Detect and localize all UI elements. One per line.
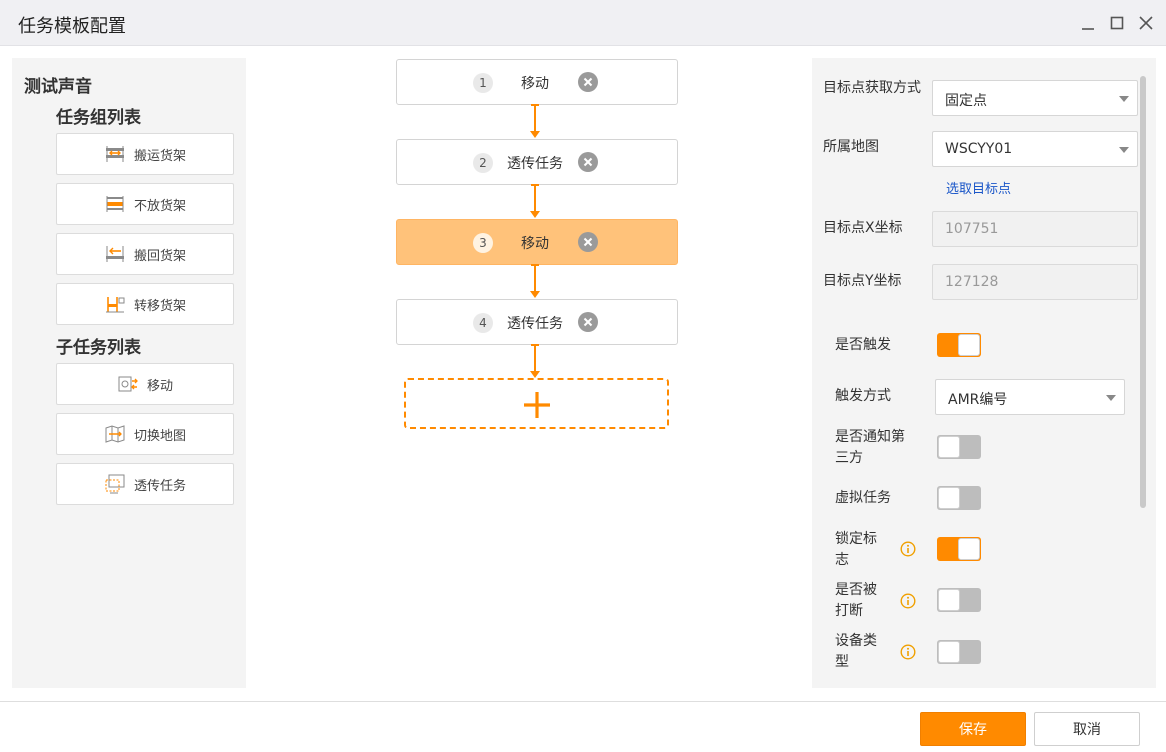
info-icon[interactable] [900,644,916,660]
task-template-window: 任务模板配置 测试声音 任务组列表 搬运货架 不放货架 搬回货架 转移货架 子任… [0,0,1166,752]
toggle-knob [938,641,960,663]
close-icon[interactable] [1133,10,1159,36]
passthrough-task-icon [104,473,126,495]
toggle-knob [958,538,980,560]
chevron-down-icon [1106,395,1116,401]
step-number: 2 [473,153,493,173]
flow-step-4[interactable]: 4 透传任务 [396,299,678,345]
footer-divider [0,701,1166,702]
flow-step-3[interactable]: 3 移动 [396,219,678,265]
task-group-list-title: 任务组列表 [56,108,141,128]
notify-third-party-toggle[interactable] [937,435,981,459]
title-bar: 任务模板配置 [0,0,1166,46]
task-group-label: 不放货架 [133,198,186,214]
select-value: WSCYY01 [945,141,1013,157]
map-label: 所属地图 [823,139,879,155]
info-icon[interactable] [900,593,916,609]
plus-icon [524,392,550,418]
window-title: 任务模板配置 [18,16,126,37]
no-place-shelf-icon [104,193,126,215]
subtask-label: 切换地图 [133,428,186,444]
target-x-label: 目标点X坐标 [823,220,903,236]
test-sound-link[interactable]: 测试声音 [24,72,92,97]
remove-step-icon[interactable] [578,232,598,252]
transport-shelf-icon [104,143,126,165]
toggle-knob [938,589,960,611]
device-type-toggle[interactable] [937,640,981,664]
step-number: 4 [473,313,493,333]
task-group-label: 转移货架 [133,298,186,314]
step-label: 透传任务 [507,316,563,332]
left-panel: 测试声音 任务组列表 搬运货架 不放货架 搬回货架 转移货架 子任务列表 移动 … [12,58,246,688]
trigger-method-label: 触发方式 [835,388,891,404]
select-value: 固定点 [945,93,987,109]
remove-step-icon[interactable] [578,72,598,92]
remove-step-icon[interactable] [578,312,598,332]
interruptible-toggle[interactable] [937,588,981,612]
lock-flag-label: 锁定标志 [835,531,877,568]
trigger-method-select[interactable]: AMR编号 [935,379,1125,415]
device-type-label: 设备类型 [835,633,877,670]
step-label: 透传任务 [507,156,563,172]
step-label: 移动 [521,76,549,92]
target-x-input[interactable] [932,211,1138,247]
flow-step-2[interactable]: 2 透传任务 [396,139,678,185]
panel-scrollbar[interactable] [1140,76,1146,508]
target-y-label: 目标点Y坐标 [823,273,902,289]
subtask-list-title: 子任务列表 [56,338,141,358]
return-shelf-icon [104,243,126,265]
interruptible-label: 是否被打断 [835,582,877,619]
target-method-select[interactable]: 固定点 [932,80,1138,116]
transfer-shelf-icon [104,293,126,315]
move-icon [117,373,139,395]
lock-flag-toggle[interactable] [937,537,981,561]
subtask-switch-map[interactable]: 切换地图 [56,413,234,455]
flow-step-1[interactable]: 1 移动 [396,59,678,105]
virtual-task-label: 虚拟任务 [835,490,891,506]
task-group-label: 搬回货架 [133,248,186,264]
select-target-point-link[interactable]: 选取目标点 [946,178,1011,197]
subtask-passthrough-task[interactable]: 透传任务 [56,463,234,505]
flow-connector-arrow [530,184,540,218]
subtask-move[interactable]: 移动 [56,363,234,405]
notify-third-party-label: 是否通知第三方 [835,429,905,466]
switch-map-icon [104,423,126,445]
subtask-label: 透传任务 [133,478,186,494]
chevron-down-icon [1119,96,1129,102]
task-group-no-place-shelf[interactable]: 不放货架 [56,183,234,225]
flow-connector-arrow [530,264,540,298]
target-method-label: 目标点获取方式 [823,80,921,96]
step-number: 3 [473,233,493,253]
step-number: 1 [473,73,493,93]
flow-connector-arrow [530,344,540,378]
task-group-transfer-shelf[interactable]: 转移货架 [56,283,234,325]
target-y-input[interactable] [932,264,1138,300]
trigger-toggle[interactable] [937,333,981,357]
task-group-transport-shelf[interactable]: 搬运货架 [56,133,234,175]
toggle-knob [938,436,960,458]
maximize-icon[interactable] [1104,10,1130,36]
minimize-icon[interactable] [1075,10,1101,36]
map-select[interactable]: WSCYY01 [932,131,1138,167]
trigger-label: 是否触发 [835,337,891,353]
step-label: 移动 [521,236,549,252]
toggle-knob [958,334,980,356]
task-group-return-shelf[interactable]: 搬回货架 [56,233,234,275]
chevron-down-icon [1119,147,1129,153]
properties-panel: 目标点获取方式 固定点 所属地图 WSCYY01 选取目标点 目标点X坐标 目标… [812,58,1156,688]
info-icon[interactable] [900,541,916,557]
task-group-label: 搬运货架 [133,148,186,164]
cancel-button[interactable]: 取消 [1034,712,1140,746]
subtask-label: 移动 [146,378,173,394]
select-value: AMR编号 [948,392,1008,408]
add-step-button[interactable] [404,378,669,429]
save-button[interactable]: 保存 [920,712,1026,746]
virtual-task-toggle[interactable] [937,486,981,510]
flow-connector-arrow [530,104,540,138]
remove-step-icon[interactable] [578,152,598,172]
toggle-knob [938,487,960,509]
